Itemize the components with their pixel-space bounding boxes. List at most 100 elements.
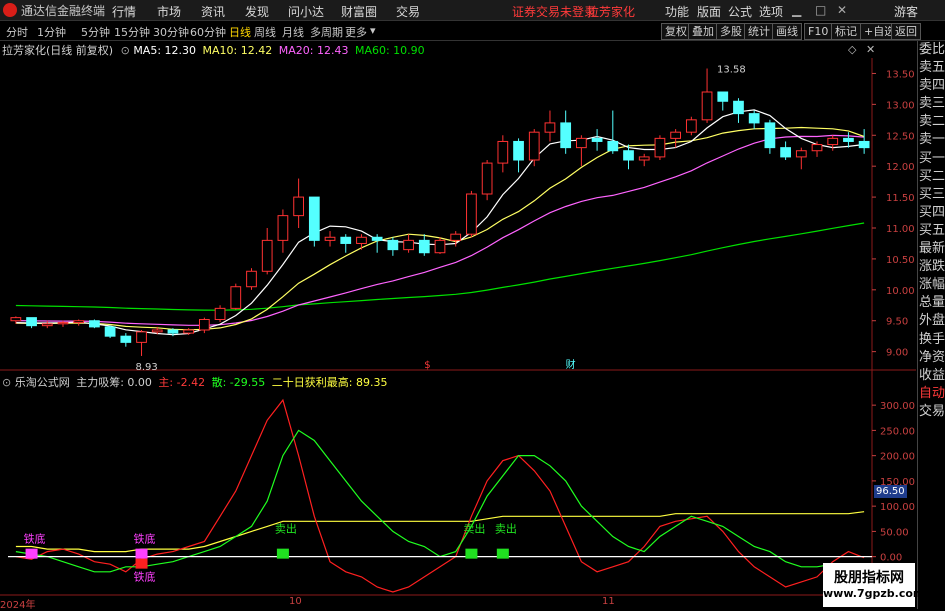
zhu-value: 主: -2.42 <box>158 376 206 389</box>
event-marker: $ <box>424 360 430 371</box>
draw-line-button[interactable]: 画线 <box>772 23 802 40</box>
settings-icon[interactable]: ⊙ <box>2 376 11 389</box>
sidebar-item[interactable]: 涨跌 <box>918 258 945 276</box>
ma5-line <box>15 109 865 336</box>
sidebar-item[interactable]: 涨幅 <box>918 276 945 294</box>
sidebar-item[interactable]: 卖四 <box>918 77 945 95</box>
price-tick-label: 13.00 <box>886 100 915 111</box>
period-tab[interactable]: 多周期 <box>310 24 343 40</box>
chart-canvas: 13.50 13.00 12.50 12.00 11.50 11.00 10.50 10.00… <box>0 58 916 596</box>
candle-body <box>246 270 257 288</box>
sidebar-item[interactable]: 总量 <box>918 294 945 312</box>
watermark-line1: 股朋指标网 <box>834 570 904 586</box>
candle-body <box>371 236 383 241</box>
stats-button[interactable]: 统计 <box>744 23 774 40</box>
panel-close-icon[interactable]: ✕ <box>866 43 875 56</box>
sidebar-item[interactable]: 最新 <box>918 240 945 258</box>
minimize-icon[interactable]: ▁ <box>792 3 801 17</box>
period-tab[interactable]: 30分钟 <box>153 24 189 40</box>
menu-discover[interactable]: 发现 <box>245 3 269 20</box>
candle-body <box>387 239 399 251</box>
x-axis-month-10: 10 <box>289 596 302 607</box>
price-tick-label: 10.50 <box>886 255 915 266</box>
more-periods[interactable]: 更多 <box>345 24 367 40</box>
menu-wealth[interactable]: 财富圈 <box>341 3 377 20</box>
app-title: 通达信金融终端 <box>0 0 105 20</box>
title-menu-bar: 通达信金融终端 行情 市场 资讯 发现 问小达 财富圈 交易 证券交易未登录 拉… <box>0 0 945 21</box>
period-tab[interactable]: 15分钟 <box>114 24 150 40</box>
candle-body <box>466 193 477 235</box>
sidebar-item[interactable]: 委比 <box>918 41 945 59</box>
sidebar-item[interactable]: 买四 <box>918 204 945 222</box>
chart-title: 拉芳家化(日线 前复权) <box>2 44 114 57</box>
period-tab[interactable]: 60分钟 <box>190 24 226 40</box>
candle-body <box>858 140 870 149</box>
sidebar-item[interactable]: 卖一 <box>918 131 945 149</box>
period-tab[interactable]: 5分钟 <box>81 24 110 40</box>
sidebar-item[interactable]: 收益 <box>918 367 945 385</box>
candle-body <box>403 239 414 251</box>
candle-body <box>780 147 791 158</box>
adjust-button[interactable]: 复权 <box>661 23 691 40</box>
overlay-button[interactable]: 叠加 <box>688 23 718 40</box>
period-tab[interactable]: 周线 <box>254 24 276 40</box>
dedi-label: 铁底 <box>134 570 156 584</box>
settings-icon[interactable]: ⊙ <box>121 44 130 57</box>
candle-body <box>89 320 100 328</box>
candle-body <box>670 131 682 139</box>
back-button[interactable]: 返回 <box>891 23 921 40</box>
menu-formula[interactable]: 公式 <box>728 3 752 20</box>
sidebar-item[interactable]: 卖五 <box>918 59 945 77</box>
price-tick-label: 9.00 <box>886 348 908 359</box>
chevron-down-icon[interactable]: ▾ <box>370 24 376 37</box>
menu-quotes[interactable]: 行情 <box>112 3 136 20</box>
candle-body <box>638 156 650 161</box>
guest-user[interactable]: 游客 <box>894 3 918 20</box>
sidebar-item[interactable]: 外盘 <box>918 312 945 330</box>
mark-button[interactable]: 标记 <box>831 23 861 40</box>
indicator-tick-label: 250.00 <box>880 426 915 437</box>
period-tab[interactable]: 月线 <box>282 24 304 40</box>
sidebar-item[interactable]: 买二 <box>918 168 945 186</box>
sidebar-item[interactable]: 卖三 <box>918 95 945 113</box>
period-tab-active[interactable]: 日线 <box>229 24 251 40</box>
max20-value: 二十日获利最高: 89.35 <box>271 376 388 389</box>
candle-body <box>481 162 493 195</box>
chart-settings-icon[interactable]: ◇ <box>848 43 856 56</box>
menu-trade[interactable]: 交易 <box>396 3 420 20</box>
menu-function[interactable]: 功能 <box>665 3 689 20</box>
sidebar-item[interactable]: 卖二 <box>918 113 945 131</box>
price-tick-label: 13.50 <box>886 69 915 80</box>
multi-stock-button[interactable]: 多股 <box>716 23 746 40</box>
sidebar-item[interactable]: 买三 <box>918 186 945 204</box>
sidebar-item-trade[interactable]: 交易 <box>918 403 945 421</box>
period-tab[interactable]: 分时 <box>6 24 28 40</box>
sidebar-item[interactable]: 净资 <box>918 349 945 367</box>
menu-options[interactable]: 选项 <box>759 3 783 20</box>
menu-market[interactable]: 市场 <box>157 3 181 20</box>
f10-button[interactable]: F10 <box>804 23 833 40</box>
indicator-tick-label: 50.00 <box>880 527 909 538</box>
sidebar-item[interactable]: 换手 <box>918 331 945 349</box>
candle-body <box>717 91 729 102</box>
candle-body <box>434 239 446 254</box>
candle-body <box>685 119 697 133</box>
candle-body <box>576 137 587 149</box>
menu-layout[interactable]: 版面 <box>697 3 721 20</box>
quote-sidebar: 委比 卖五 卖四 卖三 卖二 卖一 买一 买二 买三 买四 买五 最新 涨跌 涨… <box>917 41 945 609</box>
menu-assistant[interactable]: 问小达 <box>288 3 324 20</box>
sidebar-item[interactable]: 买一 <box>918 150 945 168</box>
indicator-panel-header: ⊙ 乐淘公式网 主力吸筹: 0.00 主: -2.42 散: -29.55 二十… <box>2 374 387 390</box>
period-tab[interactable]: 1分钟 <box>37 24 66 40</box>
price-tick-label: 12.50 <box>886 131 915 142</box>
candle-body <box>198 318 210 331</box>
close-window-icon[interactable]: ✕ <box>837 3 847 17</box>
sidebar-item-auto[interactable]: 自动 <box>918 385 945 403</box>
login-notice[interactable]: 证券交易未登录 <box>512 3 596 20</box>
ma20-line <box>15 134 865 326</box>
menu-news[interactable]: 资讯 <box>201 3 225 20</box>
app-name: 通达信金融终端 <box>21 3 106 18</box>
stock-name-notice: 拉芳家化 <box>587 5 636 19</box>
sidebar-item[interactable]: 买五 <box>918 222 945 240</box>
maximize-icon[interactable]: □ <box>815 3 826 17</box>
